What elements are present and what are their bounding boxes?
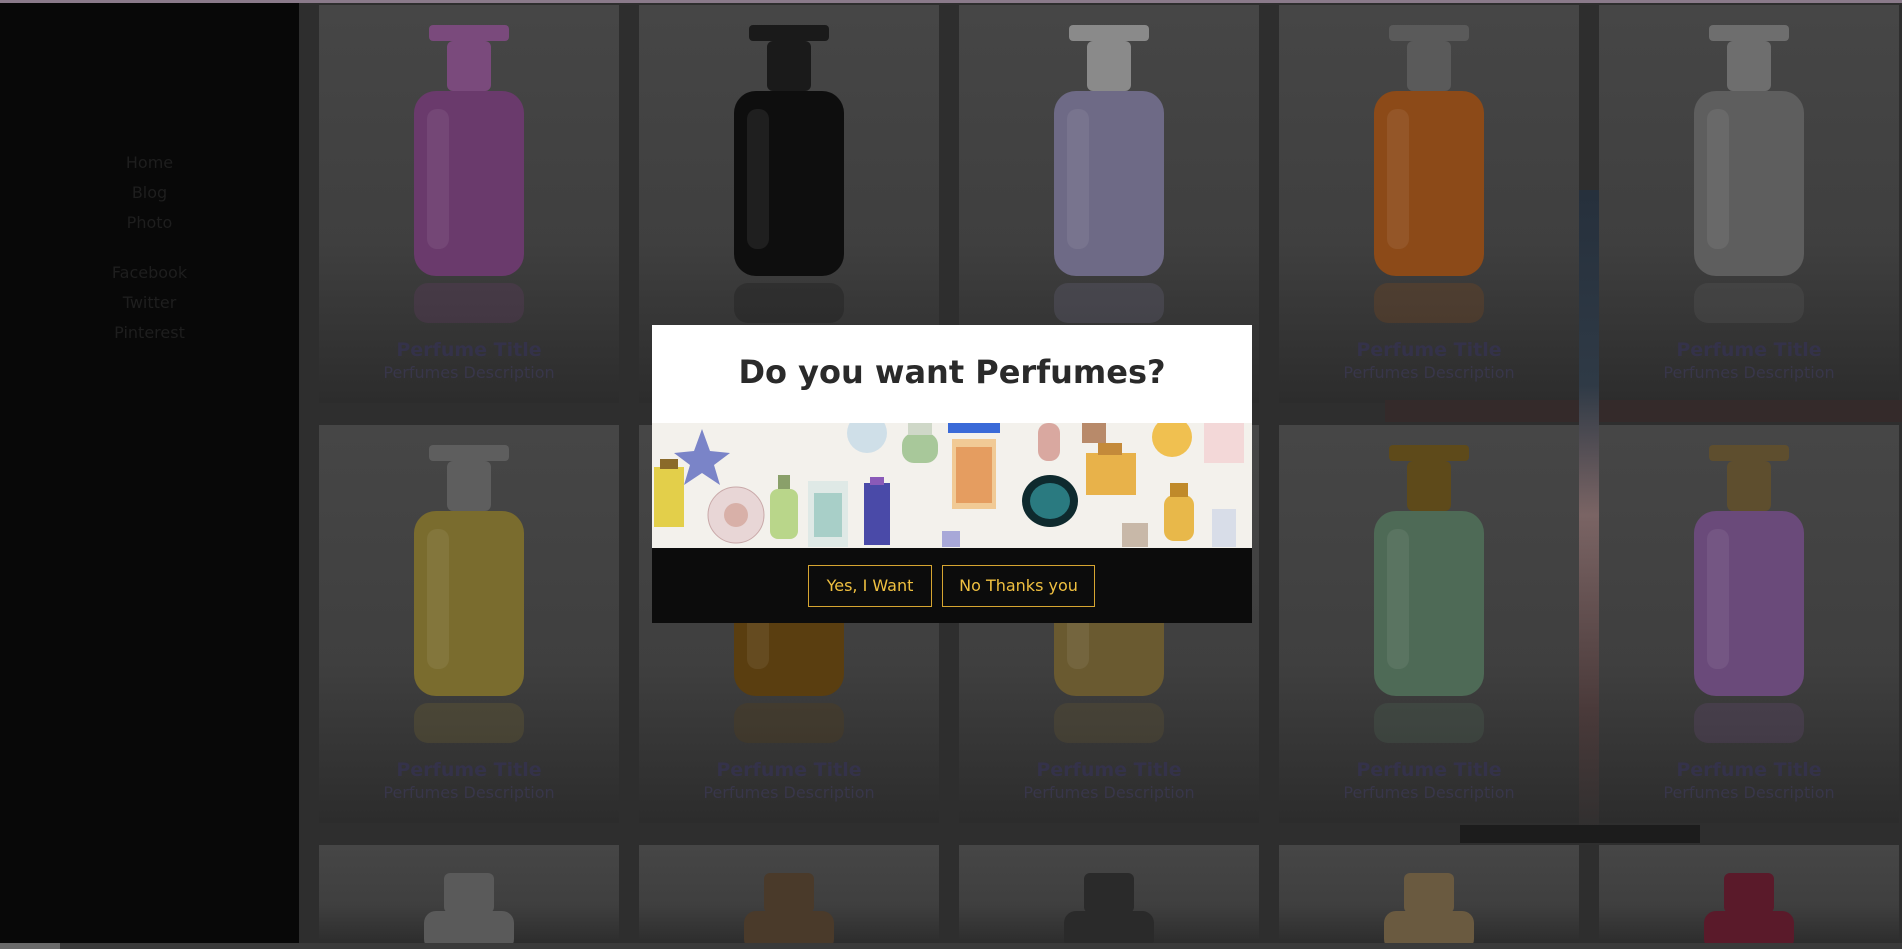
product-card[interactable]: Perfume Title Perfumes Description [319,5,619,403]
product-title[interactable]: Perfume Title [1599,759,1899,781]
perfume-bottle-image [414,25,524,323]
product-title[interactable]: Perfume Title [959,759,1259,781]
product-title[interactable]: Perfume Title [1279,339,1579,361]
perfume-bottle-image [1374,25,1484,323]
product-description: Perfumes Description [383,363,555,382]
product-card[interactable]: Perfume Title Perfumes Description [319,425,619,823]
perfume-bottle-image [734,25,844,323]
nav-photo-link[interactable]: Photo [0,208,299,238]
perfume-bottle-image [1704,873,1794,945]
product-description: Perfumes Description [1343,783,1515,802]
product-title[interactable]: Perfume Title [319,339,619,361]
product-description: Perfumes Description [383,783,555,802]
product-title[interactable]: Perfume Title [319,759,619,781]
perfume-bottle-image [1054,25,1164,323]
yes-button[interactable]: Yes, I Want [808,565,932,607]
popup-header: Do you want Perfumes? [652,325,1252,423]
product-card-partial[interactable] [1599,845,1899,945]
nav-blog-link[interactable]: Blog [0,178,299,208]
perfume-bottle-image [1694,25,1804,323]
background-image-strip [1385,400,1902,422]
perfume-bottle-image [1064,873,1154,945]
product-description: Perfumes Description [1343,363,1515,382]
social-nav: Facebook Twitter Pinterest [0,258,299,348]
sidebar: Home Blog Photo Facebook Twitter Pintere… [0,3,299,943]
product-description: Perfumes Description [1663,363,1835,382]
bottom-bar [0,943,1902,949]
collage-illustration [652,423,1252,548]
perfume-bottle-image [744,873,834,945]
product-card[interactable]: Perfume Title Perfumes Description [1599,425,1899,823]
no-thanks-button[interactable]: No Thanks you [942,565,1095,607]
perfume-bottle-image [1694,445,1804,743]
popup-title: Do you want Perfumes? [738,353,1166,391]
product-card[interactable]: Perfume Title Perfumes Description [1279,425,1579,823]
product-title[interactable]: Perfume Title [1599,339,1899,361]
product-card-partial[interactable] [1279,845,1579,945]
product-title[interactable]: Perfume Title [1279,759,1579,781]
perfume-bottle-image [1384,873,1474,945]
product-title[interactable]: Perfume Title [639,759,939,781]
product-description: Perfumes Description [703,783,875,802]
pinterest-link[interactable]: Pinterest [0,318,299,348]
product-description: Perfumes Description [1663,783,1835,802]
nav-home-link[interactable]: Home [0,148,299,178]
perfume-bottle-image [414,445,524,743]
perfume-popup: Do you want Perfumes? Yes, I Want No Tha… [652,325,1252,623]
product-card-partial[interactable] [639,845,939,945]
main-nav: Home Blog Photo [0,148,299,238]
background-image-base [1460,825,1700,843]
product-card-partial[interactable] [319,845,619,945]
twitter-link[interactable]: Twitter [0,288,299,318]
facebook-link[interactable]: Facebook [0,258,299,288]
product-description: Perfumes Description [1023,783,1195,802]
perfume-bottle-image [1374,445,1484,743]
background-image-edge [1579,190,1599,840]
product-card[interactable]: Perfume Title Perfumes Description [1279,5,1579,403]
perfume-bottle-image [424,873,514,945]
product-card-partial[interactable] [959,845,1259,945]
perfume-collage-image [652,423,1252,548]
product-card[interactable]: Perfume Title Perfumes Description [1599,5,1899,403]
